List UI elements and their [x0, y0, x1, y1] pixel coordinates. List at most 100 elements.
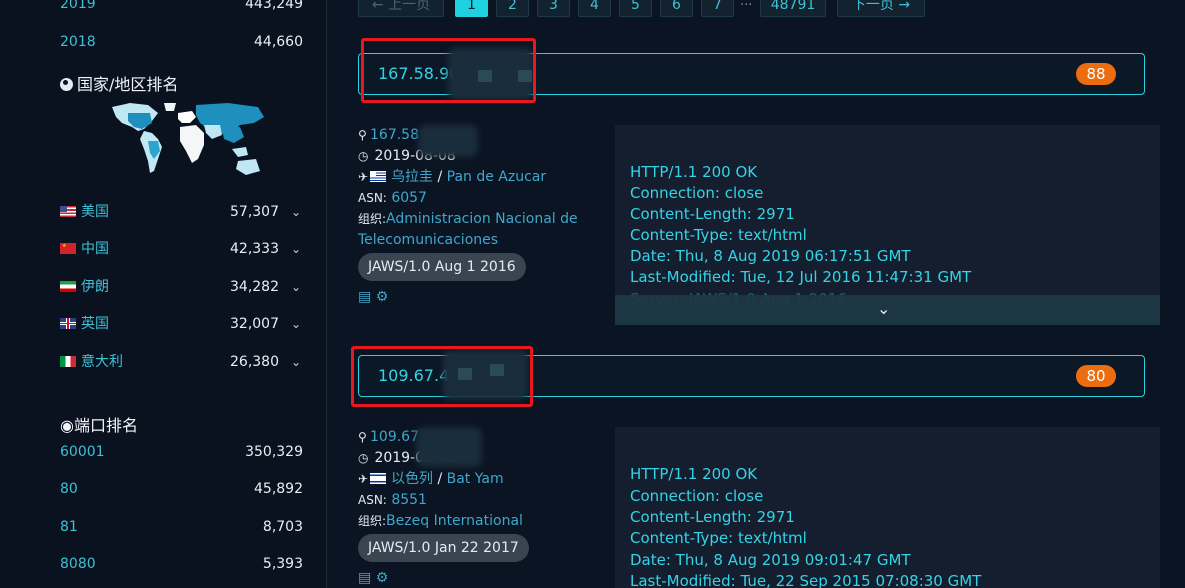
location-line: ✈ 以色列 / Bat Yam — [358, 469, 588, 490]
next-page-button[interactable]: 下一页 → — [837, 0, 925, 17]
port-row[interactable]: 81 8,703 — [60, 515, 303, 539]
country-count: 32,007 — [230, 316, 279, 332]
response-line: Last-Modified: Tue, 22 Sep 2015 07:08:30… — [630, 572, 982, 588]
org-line-2: Telecomunicaciones — [358, 230, 588, 251]
country-name[interactable]: 美国 — [60, 200, 109, 224]
org-line: 组织:Administracion Nacional de — [358, 209, 588, 230]
server-tag[interactable]: JAWS/1.0 Aug 1 2016 — [358, 253, 526, 281]
org-line: 组织:Bezeq International — [358, 511, 588, 532]
asn-label: ASN: — [358, 191, 387, 205]
chevron-down-icon[interactable]: ⌄ — [291, 275, 301, 299]
page-button-4[interactable]: 4 — [578, 0, 611, 17]
country-row-gb[interactable]: 英国 32,007 ⌄ — [60, 312, 303, 336]
gear-icon[interactable]: ⚙ — [376, 289, 389, 305]
year-row-2018[interactable]: 2018 44,660 — [60, 30, 303, 54]
page-button-last[interactable]: 48791 — [760, 0, 826, 17]
page-button-1[interactable]: 1 — [455, 0, 488, 17]
response-line: Connection: close — [630, 487, 764, 505]
city-link[interactable]: Pan de Azucar — [447, 169, 547, 185]
org-label: 组织: — [358, 212, 387, 226]
year-label[interactable]: 2018 — [60, 30, 96, 54]
uy-flag-icon — [370, 171, 386, 182]
highlight-box — [361, 38, 536, 103]
country-count: 57,307 — [230, 204, 279, 220]
city-link[interactable]: Bat Yam — [447, 471, 504, 487]
chevron-down-icon[interactable]: ⌄ — [291, 200, 301, 224]
response-line: Content-Type: text/html — [630, 226, 807, 244]
server-tag[interactable]: JAWS/1.0 Jan 22 2017 — [358, 534, 529, 562]
port-count: 5,393 — [262, 556, 303, 572]
org-link[interactable]: Administracion Nacional de — [386, 211, 578, 227]
page-button-3[interactable]: 3 — [537, 0, 570, 17]
year-label[interactable]: 2019 — [60, 0, 96, 16]
country-count: 34,282 — [230, 279, 279, 295]
document-icon[interactable]: ▤ — [358, 289, 371, 305]
country-name[interactable]: 英国 — [60, 312, 109, 336]
port-row[interactable]: 80 45,892 — [60, 477, 303, 501]
response-panel: HTTP/1.1 200 OK Connection: close Conten… — [615, 125, 1160, 325]
country-label[interactable]: 意大利 — [81, 354, 123, 370]
port-label[interactable]: 8080 — [60, 552, 96, 576]
sidebar: 2019 443,249 2018 44,660 国家/地区排名 美国 57,3… — [0, 0, 327, 588]
gear-icon[interactable]: ⚙ — [376, 570, 389, 586]
country-row-ir[interactable]: 伊朗 34,282 ⌄ — [60, 275, 303, 299]
chevron-down-icon[interactable]: ⌄ — [291, 312, 301, 336]
response-line: Content-Length: 2971 — [630, 508, 795, 526]
page-button-2[interactable]: 2 — [496, 0, 529, 17]
port-row[interactable]: 8080 5,393 — [60, 552, 303, 576]
highlight-box — [351, 346, 533, 407]
plane-icon: ✈ — [358, 170, 369, 184]
year-row-2019[interactable]: 2019 443,249 — [60, 0, 303, 16]
port-row[interactable]: 60001 350,329 — [60, 440, 303, 464]
page-button-6[interactable]: 6 — [660, 0, 693, 17]
country-name[interactable]: ★ 中国 — [60, 237, 109, 261]
port-badge[interactable]: 88 — [1076, 63, 1116, 85]
pagination-ellipsis: ... — [740, 0, 753, 9]
port-label[interactable]: 81 — [60, 515, 78, 539]
country-row-it[interactable]: 意大利 26,380 ⌄ — [60, 350, 303, 374]
ip-link[interactable]: 167.58 — [370, 127, 419, 143]
year-count: 44,660 — [254, 34, 303, 50]
response-line: Last-Modified: Tue, 12 Jul 2016 11:47:31… — [630, 268, 972, 286]
port-label[interactable]: 80 — [60, 477, 78, 501]
ip-link[interactable]: 109.67 — [370, 429, 419, 445]
port-label[interactable]: 60001 — [60, 440, 105, 464]
country-name[interactable]: 意大利 — [60, 350, 123, 374]
country-row-us[interactable]: 美国 57,307 ⌄ — [60, 200, 303, 224]
map-pin-icon: ⚲ — [358, 128, 367, 142]
org-link-cont[interactable]: Telecomunicaciones — [358, 232, 498, 248]
asn-link[interactable]: 8551 — [391, 492, 427, 508]
prev-page-button[interactable]: ← 上一页 — [358, 0, 444, 17]
expand-chevron-icon[interactable]: ⌄ — [877, 299, 890, 318]
org-link[interactable]: Bezeq International — [386, 513, 523, 529]
port-count: 350,329 — [245, 444, 303, 460]
asn-line: ASN: 6057 — [358, 188, 588, 209]
page-button-7[interactable]: 7 — [701, 0, 734, 17]
country-label[interactable]: 美国 — [81, 204, 109, 220]
response-line: Content-Length: 2971 — [630, 205, 795, 223]
port-badge[interactable]: 80 — [1076, 365, 1116, 387]
country-ranking-label: 国家/地区排名 — [77, 75, 179, 94]
clock-icon: ◷ — [358, 451, 369, 465]
org-label: 组织: — [358, 514, 387, 528]
country-row-cn[interactable]: ★ 中国 42,333 ⌄ — [60, 237, 303, 261]
country-name[interactable]: 伊朗 — [60, 275, 109, 299]
il-flag-icon — [370, 473, 386, 484]
asn-label: ASN: — [358, 493, 387, 507]
chevron-down-icon[interactable]: ⌄ — [291, 350, 301, 374]
document-icon[interactable]: ▤ — [358, 570, 371, 586]
response-line: Content-Type: text/html — [630, 529, 807, 547]
results-panel: ← 上一页 1 2 3 4 5 6 7 ... 48791 下一页 → 167.… — [328, 0, 1185, 588]
world-map — [112, 103, 264, 175]
response-line: HTTP/1.1 200 OK — [630, 465, 758, 483]
country-link[interactable]: 以色列 — [391, 471, 433, 487]
country-link[interactable]: 乌拉圭 — [391, 169, 433, 185]
country-label[interactable]: 中国 — [81, 241, 109, 257]
page-button-5[interactable]: 5 — [619, 0, 652, 17]
country-ranking-title: 国家/地区排名 — [60, 71, 178, 95]
country-label[interactable]: 伊朗 — [81, 279, 109, 295]
country-label[interactable]: 英国 — [81, 316, 109, 332]
response-panel: HTTP/1.1 200 OK Connection: close Conten… — [615, 427, 1160, 588]
asn-link[interactable]: 6057 — [391, 190, 427, 206]
chevron-down-icon[interactable]: ⌄ — [291, 237, 301, 261]
